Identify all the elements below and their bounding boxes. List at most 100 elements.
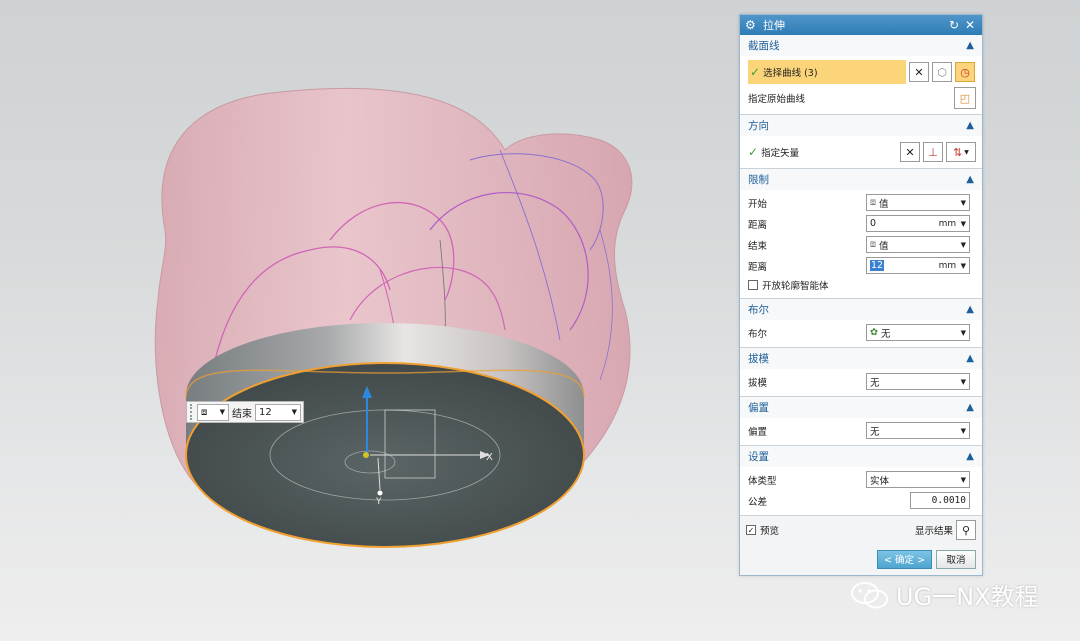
sketch-section-button[interactable]: ⬡	[932, 62, 952, 82]
chevron-down-icon: ▼	[964, 148, 969, 156]
chevron-down-icon: ▼	[219, 408, 225, 416]
boolean-group: 布尔 ▲ 布尔 ✿ 无 ▼	[740, 299, 982, 348]
cube-icon: ⧈	[870, 239, 877, 250]
offset-select[interactable]: 无 ▼	[866, 422, 970, 439]
open-profile-label: 开放轮廓智能体	[762, 281, 829, 292]
offset-group: 偏置 ▲ 偏置 无 ▼	[740, 397, 982, 446]
tolerance-value: 0.0010	[931, 495, 966, 506]
ok-button[interactable]: < 确定 >	[877, 549, 932, 569]
offset-header[interactable]: 偏置 ▲	[740, 397, 982, 418]
section-curve-group: 截面线 ▲ ✓ 选择曲线 (3) ✕ ⬡ ◷ 指定原始曲线 ◰	[740, 35, 982, 115]
preview-checkbox[interactable]: ✓	[746, 525, 756, 535]
axis-y-label: Y	[375, 497, 382, 507]
offset-label: 偏置	[748, 426, 768, 438]
chevron-up-icon: ▲	[966, 174, 974, 185]
direction-header[interactable]: 方向 ▲	[740, 115, 982, 136]
chevron-down-icon: ▼	[960, 328, 966, 337]
deselect-button[interactable]: ✕	[909, 62, 929, 82]
cube-icon: ⧈	[870, 197, 877, 208]
end-distance-value: 12	[870, 260, 885, 271]
body-type-select[interactable]: 实体 ▼	[866, 471, 970, 488]
open-profile-checkbox[interactable]	[748, 280, 758, 290]
curve-button[interactable]: ◷	[955, 62, 975, 82]
chevron-down-icon: ▼	[960, 377, 966, 386]
select-curve-label: 选择曲线 (3)	[763, 68, 818, 79]
chevron-up-icon: ▲	[966, 353, 974, 364]
limits-group: 限制 ▲ 开始 ⧈ 值 ▼ 距离 0 mm ▼ 结束 ⧈ 值 ▼ 距离 12 m…	[740, 169, 982, 299]
limit-type-dropdown[interactable]: ⧈ ▼	[197, 403, 229, 421]
chevron-down-icon: ▼	[960, 240, 966, 249]
end-distance-input[interactable]: 12 mm ▼	[866, 257, 970, 274]
cancel-button[interactable]: 取消	[936, 549, 976, 569]
chevron-down-icon: ▼	[291, 408, 297, 416]
end-type-value: 值	[879, 240, 889, 252]
limits-title: 限制	[748, 174, 769, 186]
magnifier-icon: ⚲	[961, 523, 971, 537]
draft-select[interactable]: 无 ▼	[866, 373, 970, 390]
start-distance-input[interactable]: 0 mm ▼	[866, 215, 970, 232]
start-type-select[interactable]: ⧈ 值 ▼	[866, 194, 970, 211]
start-type-value: 值	[879, 198, 889, 210]
drag-handle[interactable]	[190, 404, 194, 420]
watermark: UG一NX教程	[850, 577, 1039, 612]
reverse-arrows-icon: ⇅	[953, 145, 963, 159]
deselect-vector-button[interactable]: ✕	[900, 142, 920, 162]
chevron-up-icon: ▲	[966, 304, 974, 315]
dialog-titlebar[interactable]: ⚙ 拉伸 ↻ ✕	[740, 15, 982, 35]
direction-group: 方向 ▲ ✓ 指定矢量 ✕ ⊥ ⇅ ▼	[740, 115, 982, 169]
settings-header[interactable]: 设置 ▲	[740, 446, 982, 467]
show-result-button[interactable]: ⚲	[956, 520, 976, 540]
end-distance-unit: mm	[938, 260, 957, 271]
mini-end-value: 12	[259, 406, 272, 418]
draft-label: 拔模	[748, 377, 768, 389]
reset-icon[interactable]: ↻	[947, 18, 961, 32]
chevron-down-icon: ▼	[960, 426, 966, 435]
direction-title: 方向	[748, 120, 769, 132]
start-label: 开始	[748, 198, 768, 210]
axis-x-label: X	[486, 452, 493, 463]
offset-title: 偏置	[748, 402, 769, 414]
vector-axes-icon: ⊥	[928, 145, 938, 159]
settings-title: 设置	[748, 451, 769, 463]
chevron-down-icon: ▼	[960, 198, 966, 207]
end-type-select[interactable]: ⧈ 值 ▼	[866, 236, 970, 253]
tolerance-label: 公差	[748, 496, 768, 508]
settings-group: 设置 ▲ 体类型 实体 ▼ 公差 0.0010	[740, 446, 982, 516]
show-result-label: 显示结果	[914, 526, 953, 537]
vector-dialog-button[interactable]: ⊥	[923, 142, 943, 162]
tolerance-input[interactable]: 0.0010	[910, 492, 970, 509]
start-distance-unit: mm	[938, 218, 957, 229]
extrude-dialog: ⚙ 拉伸 ↻ ✕ 截面线 ▲ ✓ 选择曲线 (3) ✕ ⬡ ◷ 指定原始曲线 ◰	[739, 14, 983, 576]
specify-origin-curve-label: 指定原始曲线	[748, 94, 806, 105]
watermark-text: UG一NX教程	[896, 583, 1039, 611]
corner-curve-icon: ◰	[959, 91, 971, 105]
wechat-logo-icon	[851, 581, 888, 608]
start-distance-value: 0	[870, 218, 877, 229]
gear-icon: ⚙	[745, 18, 756, 32]
chevron-down-icon: ▼	[960, 261, 966, 270]
boolean-none-icon: ✿	[870, 327, 878, 338]
check-icon: ✓	[750, 65, 761, 79]
draft-value: 无	[870, 377, 880, 389]
select-curve-field[interactable]: ✓ 选择曲线 (3)	[748, 60, 906, 84]
section-curve-title: 截面线	[748, 40, 780, 52]
chevron-down-icon: ▼	[960, 475, 966, 484]
boolean-label: 布尔	[748, 328, 768, 340]
reverse-direction-button[interactable]: ⇅ ▼	[946, 142, 976, 162]
draft-title: 拔模	[748, 353, 769, 365]
draft-group: 拔模 ▲ 拔模 无 ▼	[740, 348, 982, 397]
boolean-header[interactable]: 布尔 ▲	[740, 299, 982, 320]
draft-header[interactable]: 拔模 ▲	[740, 348, 982, 369]
section-curve-header[interactable]: 截面线 ▲	[740, 35, 982, 56]
chevron-down-icon: ▼	[960, 219, 966, 228]
start-distance-label: 距离	[748, 219, 768, 231]
boolean-select[interactable]: ✿ 无 ▼	[866, 324, 970, 341]
origin-curve-button[interactable]: ◰	[954, 87, 976, 109]
limits-header[interactable]: 限制 ▲	[740, 169, 982, 190]
boolean-title: 布尔	[748, 304, 769, 316]
mini-end-value-select[interactable]: 12 ▼	[255, 403, 301, 421]
mini-end-label: 结束	[232, 408, 252, 420]
end-label: 结束	[748, 240, 768, 252]
offset-value: 无	[870, 426, 880, 438]
close-icon[interactable]: ✕	[963, 18, 977, 32]
